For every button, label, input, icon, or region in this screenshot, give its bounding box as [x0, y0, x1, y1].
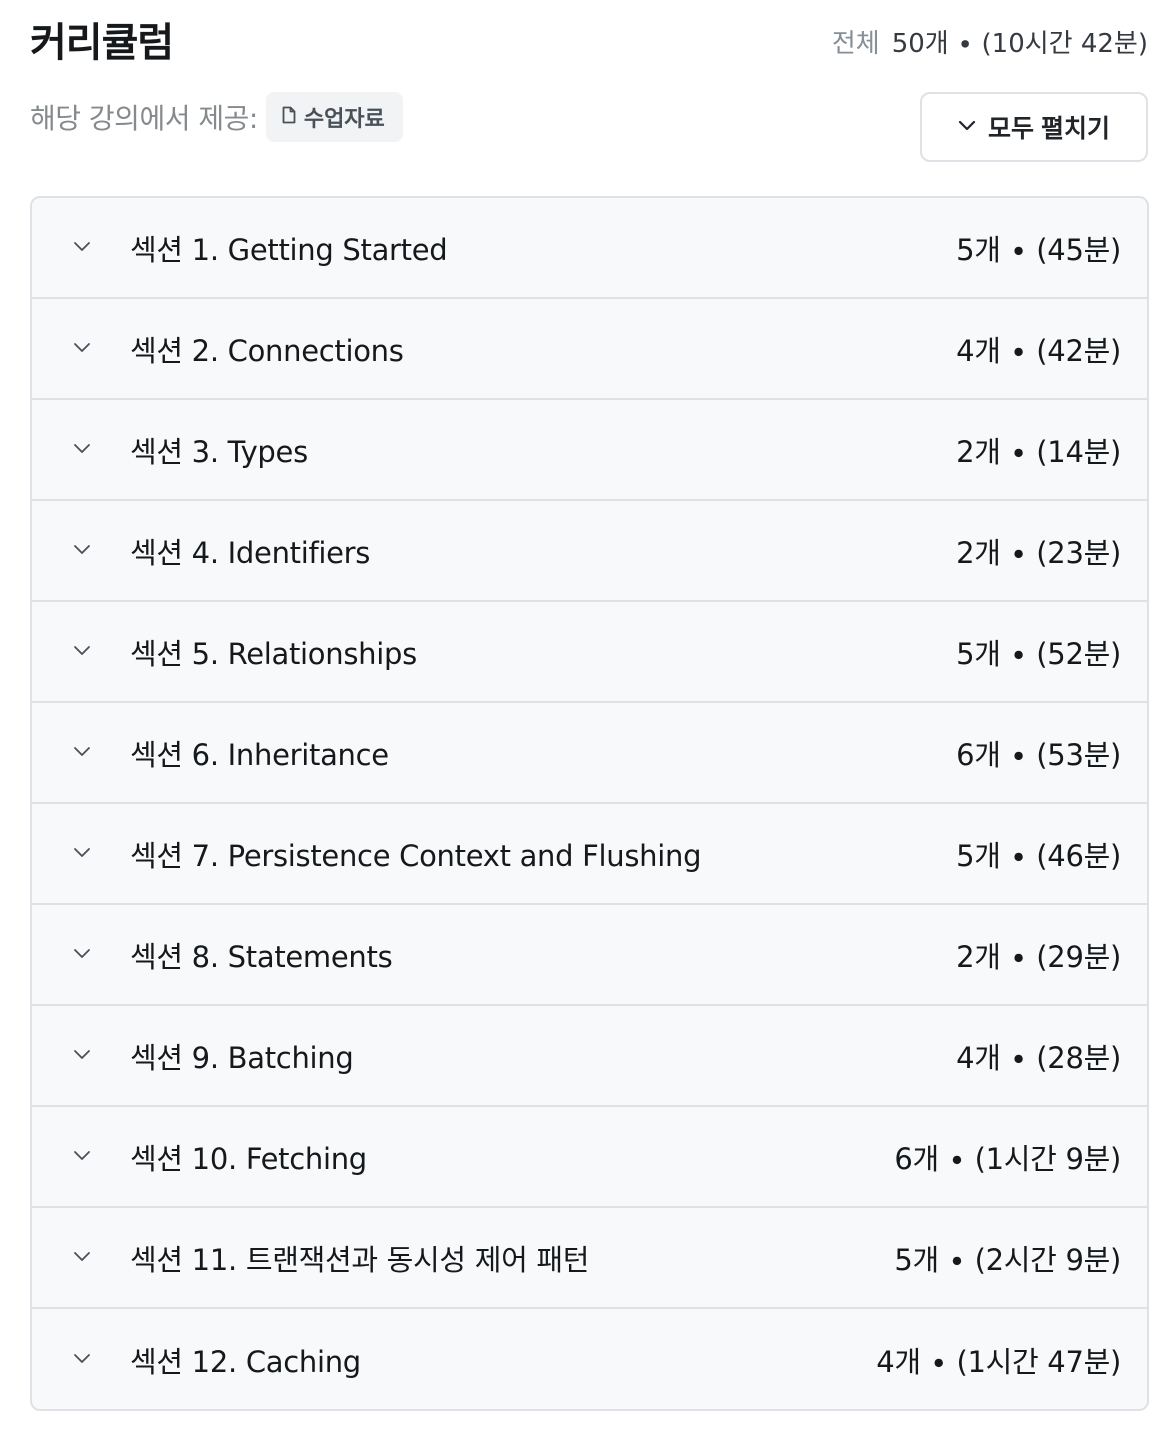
resource-label: 수업자료	[303, 107, 385, 132]
chevron-down-icon	[74, 443, 90, 453]
section-row[interactable]: 섹션 2. Connections 4개 ∙ (42분)	[32, 299, 1147, 400]
chevron-down-icon	[74, 1049, 90, 1059]
total-value: 50개 ∙ (10시간 42분)	[891, 29, 1148, 59]
chevron-down-icon	[958, 120, 976, 135]
section-row[interactable]: 섹션 9. Batching 4개 ∙ (28분)	[32, 1006, 1147, 1107]
chevron-down-icon	[74, 1150, 90, 1160]
curriculum-section-list: 섹션 1. Getting Started 5개 ∙ (45분) 섹션 2. C…	[30, 196, 1149, 1411]
expand-all-button[interactable]: 모두 펼치기	[920, 92, 1148, 162]
section-meta: 6개 ∙ (53분)	[956, 737, 1121, 772]
section-meta: 5개 ∙ (46분)	[956, 838, 1121, 873]
section-meta: 2개 ∙ (14분)	[956, 434, 1121, 469]
section-title: 섹션 7. Persistence Context and Flushing	[130, 838, 702, 873]
section-meta: 2개 ∙ (29분)	[956, 939, 1121, 974]
chevron-down-icon	[74, 948, 90, 958]
section-title: 섹션 2. Connections	[130, 333, 404, 368]
chevron-down-icon	[74, 1251, 90, 1261]
section-meta: 4개 ∙ (28분)	[956, 1040, 1121, 1075]
section-row[interactable]: 섹션 3. Types 2개 ∙ (14분)	[32, 400, 1147, 501]
section-title: 섹션 3. Types	[130, 434, 308, 469]
section-title: 섹션 1. Getting Started	[130, 232, 448, 267]
chevron-down-icon	[74, 544, 90, 554]
section-row[interactable]: 섹션 1. Getting Started 5개 ∙ (45분)	[32, 198, 1147, 299]
chevron-down-icon	[74, 746, 90, 756]
section-meta: 4개 ∙ (1시간 47분)	[876, 1344, 1121, 1379]
section-meta: 5개 ∙ (45분)	[956, 232, 1121, 267]
section-row[interactable]: 섹션 4. Identifiers 2개 ∙ (23분)	[32, 501, 1147, 602]
section-meta: 4개 ∙ (42분)	[956, 333, 1121, 368]
page-title: 커리큘럼	[30, 20, 174, 66]
curriculum-total: 전체 50개 ∙ (10시간 42분)	[832, 28, 1148, 60]
chevron-down-icon	[74, 645, 90, 655]
section-title: 섹션 11. 트랜잭션과 동시성 제어 패턴	[130, 1242, 590, 1277]
chevron-down-icon	[74, 847, 90, 857]
resource-badge: 수업자료	[265, 92, 403, 142]
section-title: 섹션 10. Fetching	[130, 1141, 367, 1176]
chevron-down-icon	[74, 1353, 90, 1363]
section-row[interactable]: 섹션 5. Relationships 5개 ∙ (52분)	[32, 602, 1147, 703]
section-title: 섹션 6. Inheritance	[130, 737, 389, 772]
section-title: 섹션 4. Identifiers	[130, 535, 371, 570]
section-title: 섹션 12. Caching	[130, 1344, 361, 1379]
section-meta: 6개 ∙ (1시간 9분)	[894, 1141, 1121, 1176]
section-row[interactable]: 섹션 12. Caching 4개 ∙ (1시간 47분)	[32, 1309, 1147, 1409]
provided-resources: 해당 강의에서 제공: 수업자료	[30, 92, 403, 142]
section-row[interactable]: 섹션 8. Statements 2개 ∙ (29분)	[32, 905, 1147, 1006]
section-meta: 2개 ∙ (23분)	[956, 535, 1121, 570]
section-meta: 5개 ∙ (52분)	[956, 636, 1121, 671]
section-row[interactable]: 섹션 11. 트랜잭션과 동시성 제어 패턴 5개 ∙ (2시간 9분)	[32, 1208, 1147, 1309]
section-meta: 5개 ∙ (2시간 9분)	[894, 1242, 1121, 1277]
total-label: 전체	[831, 29, 880, 59]
chevron-down-icon	[74, 241, 90, 251]
section-title: 섹션 8. Statements	[130, 939, 393, 974]
section-row[interactable]: 섹션 10. Fetching 6개 ∙ (1시간 9분)	[32, 1107, 1147, 1208]
section-row[interactable]: 섹션 6. Inheritance 6개 ∙ (53분)	[32, 703, 1147, 804]
section-row[interactable]: 섹션 7. Persistence Context and Flushing 5…	[32, 804, 1147, 905]
file-icon	[282, 106, 296, 128]
curriculum-header: 커리큘럼 전체 50개 ∙ (10시간 42분)	[30, 18, 1148, 68]
section-title: 섹션 9. Batching	[130, 1040, 354, 1075]
section-title: 섹션 5. Relationships	[130, 636, 417, 671]
expand-all-label: 모두 펼치기	[988, 115, 1110, 143]
chevron-down-icon	[74, 342, 90, 352]
provided-label: 해당 강의에서 제공:	[30, 102, 258, 135]
